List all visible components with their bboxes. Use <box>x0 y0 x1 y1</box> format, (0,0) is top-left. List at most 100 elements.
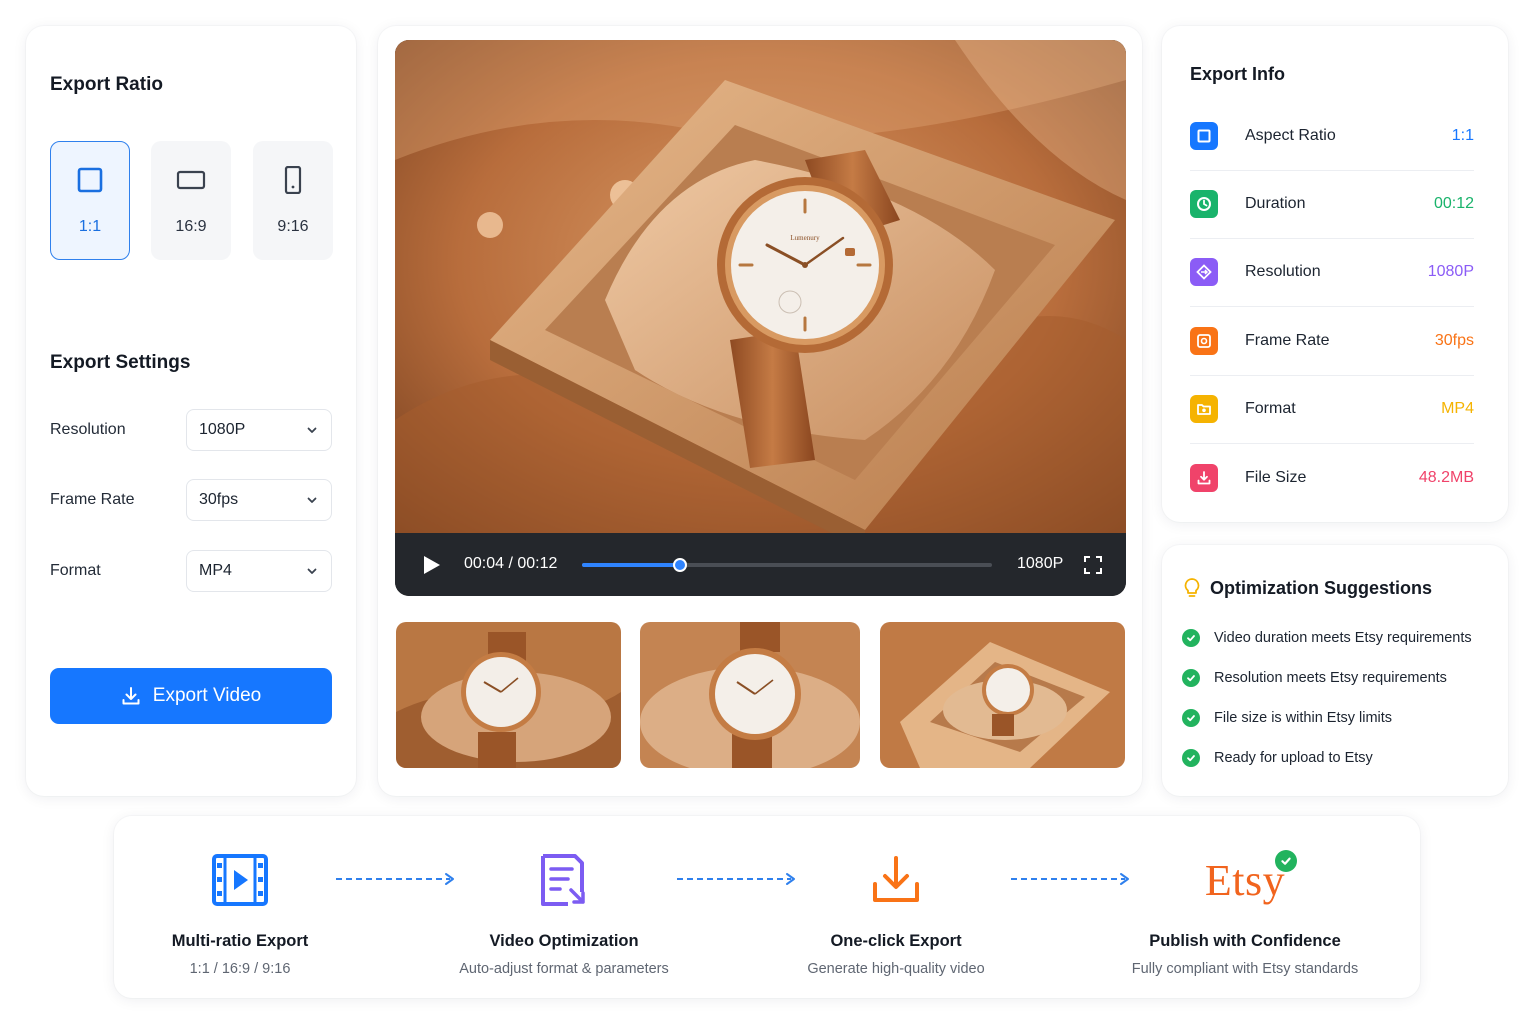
fullscreen-icon[interactable] <box>1083 555 1103 575</box>
info-value: 00:12 <box>1433 195 1474 212</box>
download-icon <box>864 848 928 912</box>
ratio-label: 1:1 <box>78 217 102 235</box>
resolution-value: 1080P <box>199 421 246 438</box>
etsy-logo: Etsy <box>1185 848 1305 912</box>
info-value: 1080P <box>1427 263 1474 280</box>
portrait-phone-icon <box>284 165 302 194</box>
frame-rate-select[interactable]: 30fps <box>186 479 332 521</box>
chevron-down-icon <box>307 427 317 433</box>
lightbulb-icon <box>1184 578 1200 597</box>
info-value: 48.2MB <box>1418 469 1474 486</box>
info-label: Resolution <box>1245 263 1321 280</box>
check-circle-icon <box>1182 629 1200 647</box>
progress-bar[interactable] <box>582 558 992 572</box>
ratio-label: 16:9 <box>175 217 207 235</box>
progress-handle[interactable] <box>673 558 688 572</box>
info-file-size: File Size 48.2MB <box>1190 444 1474 512</box>
export-video-button[interactable]: Export Video <box>50 668 332 724</box>
step-multi-ratio-export: Multi-ratio Export 1:1 / 16:9 / 9:16 <box>90 848 390 977</box>
playback-time: 00:04 / 00:12 <box>464 555 558 572</box>
etsy-logo-text: Etsy <box>1204 855 1286 905</box>
info-label: Frame Rate <box>1245 332 1330 349</box>
workflow-panel: Multi-ratio Export 1:1 / 16:9 / 9:16 Vid… <box>114 816 1420 998</box>
info-label: Aspect Ratio <box>1245 127 1336 144</box>
video-controls: 00:04 / 00:12 1080P <box>395 533 1126 596</box>
ratio-option-1-1[interactable]: 1:1 <box>50 141 130 260</box>
info-frame-rate: Frame Rate 30fps <box>1190 307 1474 375</box>
ratio-option-16-9[interactable]: 16:9 <box>151 141 231 260</box>
info-resolution: Resolution 1080P <box>1190 238 1474 306</box>
suggestion-text: Resolution meets Etsy requirements <box>1214 670 1447 686</box>
suggestions-header: Optimization Suggestions <box>1182 577 1432 599</box>
preview-panel: Lumenury 00:04 / 00:12 1080P <box>378 26 1142 796</box>
step-publish-with-confidence: Etsy Publish with Confidence Fully compl… <box>1095 848 1395 977</box>
check-circle-icon <box>1182 669 1200 687</box>
format-setting: Format MP4 <box>50 550 332 592</box>
frame-rate-label: Frame Rate <box>50 491 135 508</box>
watch-closeup-image <box>640 622 860 768</box>
info-label: File Size <box>1245 469 1307 486</box>
play-icon[interactable] <box>419 553 443 577</box>
suggestions-title: Optimization Suggestions <box>1210 577 1433 598</box>
step-subtitle: Auto-adjust format & parameters <box>459 961 669 977</box>
thumbnail-1[interactable] <box>396 622 621 768</box>
ratio-option-9-16[interactable]: 9:16 <box>253 141 333 260</box>
suggestion-text: Ready for upload to Etsy <box>1214 750 1373 766</box>
step-video-optimization: Video Optimization Auto-adjust format & … <box>414 848 714 977</box>
suggestion-item: File size is within Etsy limits <box>1182 709 1392 727</box>
quality-selector[interactable]: 1080P <box>1017 555 1063 573</box>
info-value: 30fps <box>1434 332 1474 349</box>
info-label: Format <box>1245 400 1296 417</box>
document-optimize-icon <box>532 848 596 912</box>
file-size-icon <box>1190 464 1218 492</box>
step-title: Video Optimization <box>489 932 639 950</box>
export-info-panel: Export Info Aspect Ratio 1:1 Duration 00… <box>1162 26 1508 522</box>
frame-rate-value: 30fps <box>199 491 239 508</box>
step-title: Publish with Confidence <box>1149 932 1341 950</box>
frame-rate-icon <box>1190 327 1218 355</box>
resolution-icon <box>1190 258 1218 286</box>
export-ratio-title: Export Ratio <box>50 74 163 95</box>
svg-text:Lumenury: Lumenury <box>790 234 820 242</box>
export-panel: Export Ratio 1:1 16:9 9:16 Export Settin… <box>26 26 356 796</box>
video-player[interactable]: Lumenury 00:04 / 00:12 1080P <box>395 40 1126 596</box>
resolution-setting: Resolution 1080P <box>50 409 332 451</box>
suggestion-text: File size is within Etsy limits <box>1214 710 1393 726</box>
optimization-suggestions-panel: Optimization Suggestions Video duration … <box>1162 545 1508 796</box>
watch-in-box-image <box>880 622 1125 768</box>
progress-fill <box>582 563 681 567</box>
info-aspect-ratio: Aspect Ratio 1:1 <box>1190 102 1474 170</box>
suggestion-item: Resolution meets Etsy requirements <box>1182 669 1447 687</box>
suggestion-item: Video duration meets Etsy requirements <box>1182 629 1472 647</box>
format-select[interactable]: MP4 <box>186 550 332 592</box>
verified-check-icon <box>1275 850 1297 872</box>
export-info-title: Export Info <box>1190 64 1285 84</box>
resolution-select[interactable]: 1080P <box>186 409 332 451</box>
thumbnail-3[interactable] <box>880 622 1125 768</box>
product-watch-image: Lumenury <box>395 40 1126 533</box>
step-subtitle: Generate high-quality video <box>807 961 985 977</box>
chevron-down-icon <box>307 497 317 503</box>
frame-rate-setting: Frame Rate 30fps <box>50 479 332 521</box>
format-icon <box>1190 395 1218 423</box>
square-icon <box>77 167 103 192</box>
step-one-click-export: One-click Export Generate high-quality v… <box>746 848 1046 977</box>
step-subtitle: Fully compliant with Etsy standards <box>1131 961 1359 977</box>
check-circle-icon <box>1182 709 1200 727</box>
info-label: Duration <box>1245 195 1306 212</box>
ratio-label: 9:16 <box>277 217 309 235</box>
info-format: Format MP4 <box>1190 375 1474 443</box>
suggestion-item: Ready for upload to Etsy <box>1182 749 1373 767</box>
step-title: Multi-ratio Export <box>171 932 309 950</box>
aspect-icon <box>1190 122 1218 150</box>
step-title: One-click Export <box>830 932 962 950</box>
step-subtitle: 1:1 / 16:9 / 9:16 <box>189 961 291 977</box>
film-icon <box>208 848 272 912</box>
landscape-icon <box>176 170 206 189</box>
chevron-down-icon <box>307 568 317 574</box>
info-value: 1:1 <box>1451 127 1474 144</box>
thumbnail-2[interactable] <box>640 622 860 768</box>
info-duration: Duration 00:12 <box>1190 170 1474 238</box>
export-video-label: Export Video <box>152 685 262 706</box>
download-icon <box>122 687 140 705</box>
